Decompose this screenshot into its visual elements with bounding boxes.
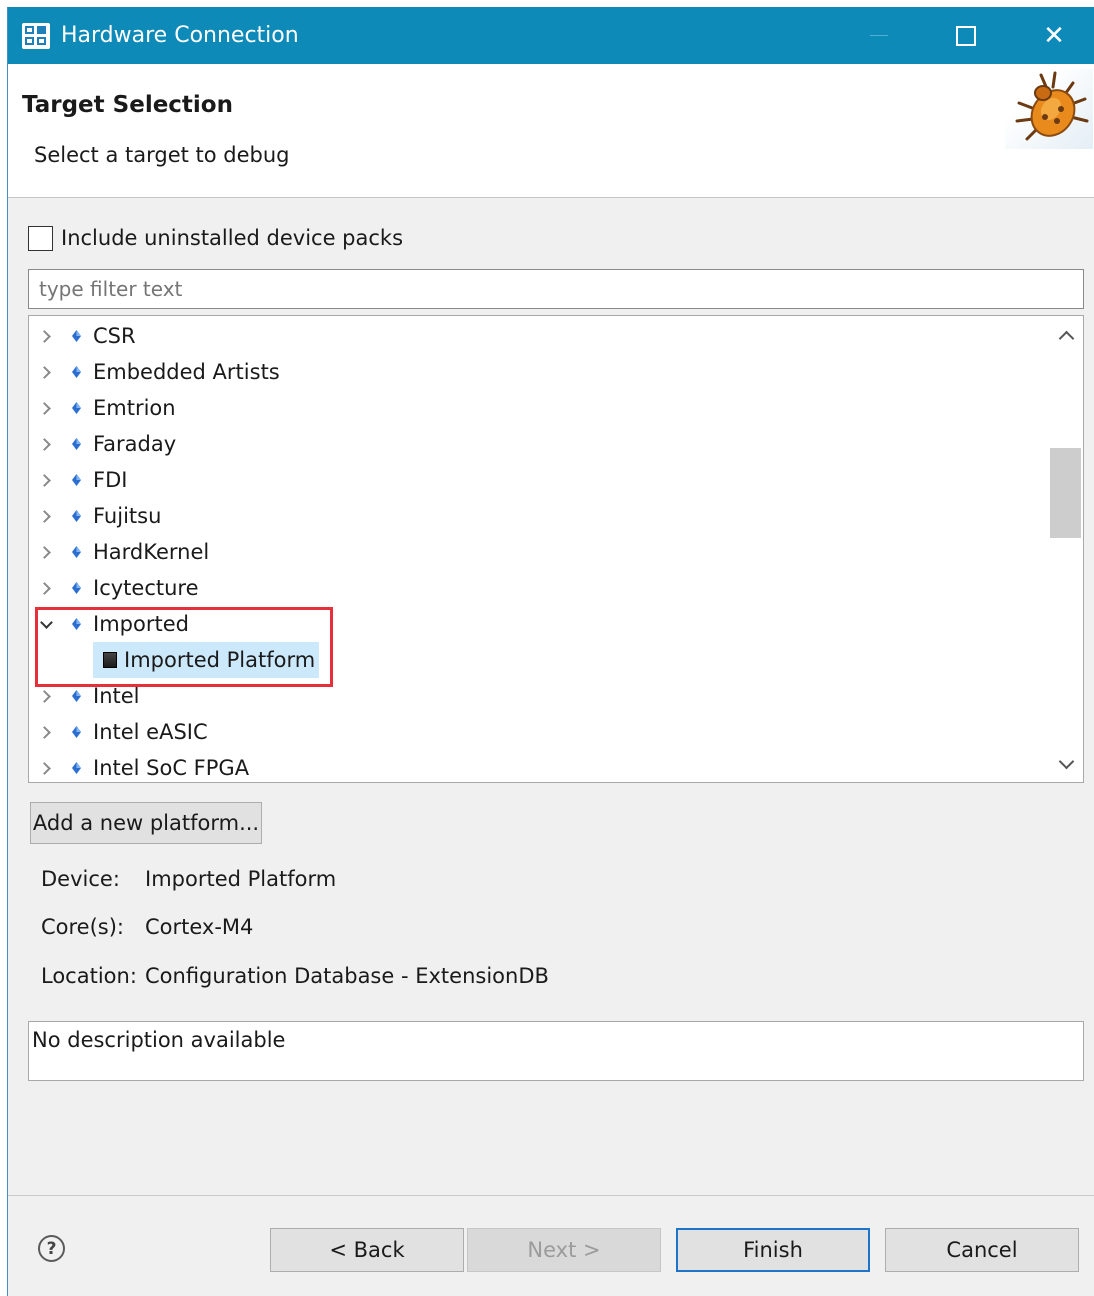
tree-item[interactable]: Intel (29, 678, 1049, 714)
minimize-icon (870, 35, 888, 36)
tree-item-label: Emtrion (93, 396, 176, 420)
app-icon (22, 23, 50, 49)
chevron-right-icon[interactable] (39, 689, 53, 703)
tree-item-label: Intel SoC FPGA (93, 756, 250, 780)
tree-item[interactable]: Intel SoC FPGA (29, 750, 1049, 782)
target-tree[interactable]: CSR Embedded Artists Emtrion Faraday FDI… (28, 315, 1084, 783)
maximize-button[interactable] (920, 7, 1012, 64)
tree-item-label: CSR (93, 324, 136, 348)
device-pack-icon (72, 618, 81, 630)
chevron-right-icon[interactable] (39, 437, 53, 451)
close-button[interactable]: ✕ (1008, 7, 1094, 64)
device-pack-icon (72, 402, 81, 414)
location-label: Location: (41, 964, 137, 988)
tree-item-label: Intel (93, 684, 140, 708)
tree-item-label: Embedded Artists (93, 360, 280, 384)
tree-item-imported-platform[interactable]: Imported Platform (29, 642, 1049, 678)
chevron-right-icon[interactable] (39, 401, 53, 415)
filter-input[interactable] (28, 269, 1084, 309)
device-label: Device: (41, 867, 120, 891)
device-pack-icon (72, 690, 81, 702)
device-pack-icon (72, 726, 81, 738)
device-pack-icon (72, 330, 81, 342)
vertical-scrollbar[interactable] (1049, 316, 1083, 782)
device-pack-icon (72, 582, 81, 594)
scrollbar-thumb[interactable] (1050, 448, 1081, 538)
chip-icon (103, 652, 117, 668)
scroll-down-icon[interactable] (1049, 746, 1083, 782)
cancel-button[interactable]: Cancel (885, 1228, 1079, 1272)
back-button[interactable]: < Back (270, 1228, 464, 1272)
location-value: Configuration Database - ExtensionDB (145, 964, 549, 988)
tree-item-label: Imported Platform (124, 648, 316, 672)
chevron-right-icon[interactable] (39, 509, 53, 523)
device-pack-icon (72, 546, 81, 558)
chevron-right-icon[interactable] (39, 329, 53, 343)
device-value: Imported Platform (145, 867, 337, 891)
device-pack-icon (72, 510, 81, 522)
window-title: Hardware Connection (61, 23, 299, 48)
device-pack-icon (72, 366, 81, 378)
wizard-header: Target Selection Select a target to debu… (8, 64, 1094, 198)
chevron-right-icon[interactable] (39, 761, 53, 775)
next-button[interactable]: Next > (467, 1228, 661, 1272)
chevron-right-icon[interactable] (39, 473, 53, 487)
cores-value: Cortex-M4 (145, 915, 254, 939)
tree-item-label: Faraday (93, 432, 177, 456)
description-box: No description available (28, 1021, 1084, 1081)
include-uninstalled-option[interactable]: Include uninstalled device packs (28, 223, 403, 253)
device-pack-icon (72, 762, 81, 774)
tree-item-label: Fujitsu (93, 504, 162, 528)
cores-label: Core(s): (41, 915, 125, 939)
footer-divider (8, 1195, 1094, 1196)
chevron-right-icon[interactable] (39, 581, 53, 595)
title-bar: Hardware Connection ✕ (8, 7, 1094, 64)
tree-item[interactable]: Intel eASIC (29, 714, 1049, 750)
tree-item[interactable]: Fujitsu (29, 498, 1049, 534)
finish-button[interactable]: Finish (676, 1228, 870, 1272)
chevron-right-icon[interactable] (39, 725, 53, 739)
add-new-platform-button[interactable]: Add a new platform... (30, 802, 262, 844)
tree-item[interactable]: Emtrion (29, 390, 1049, 426)
include-uninstalled-checkbox[interactable] (28, 225, 53, 251)
hardware-connection-dialog: Hardware Connection ✕ Target Selection S… (7, 7, 1094, 1296)
chevron-down-icon[interactable] (39, 617, 53, 631)
tree-item-imported[interactable]: Imported (29, 606, 1049, 642)
page-subtitle: Select a target to debug (34, 143, 290, 167)
help-icon[interactable]: ? (38, 1235, 65, 1262)
tree-item-label: Intel eASIC (93, 720, 208, 744)
tree-item[interactable]: Embedded Artists (29, 354, 1049, 390)
minimize-button[interactable] (833, 7, 925, 64)
bug-icon (1005, 69, 1093, 149)
tree-item-label: Icytecture (93, 576, 199, 600)
tree-item-label: FDI (93, 468, 128, 492)
include-uninstalled-label: Include uninstalled device packs (61, 226, 404, 250)
maximize-icon (956, 25, 976, 46)
tree-item-label: Imported (93, 612, 189, 636)
device-pack-icon (72, 438, 81, 450)
tree-item[interactable]: Faraday (29, 426, 1049, 462)
tree-item[interactable]: Icytecture (29, 570, 1049, 606)
scroll-up-icon[interactable] (1049, 318, 1083, 354)
chevron-right-icon[interactable] (39, 365, 53, 379)
tree-item[interactable]: FDI (29, 462, 1049, 498)
close-icon: ✕ (1043, 20, 1065, 51)
tree-item-label: HardKernel (93, 540, 210, 564)
tree-item[interactable]: CSR (29, 318, 1049, 354)
tree-item[interactable]: HardKernel (29, 534, 1049, 570)
page-title: Target Selection (22, 92, 233, 118)
chevron-right-icon[interactable] (39, 545, 53, 559)
device-pack-icon (72, 474, 81, 486)
